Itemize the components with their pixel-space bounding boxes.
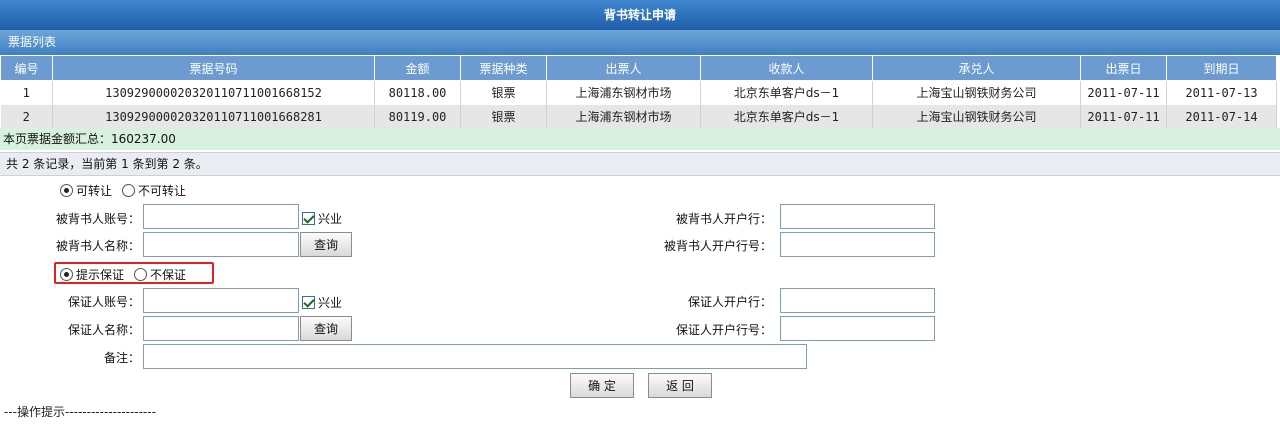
table-row[interactable]: 2 130929000020320110711001668281 80119.0… xyxy=(0,104,1277,129)
endorsee-same-bank: 兴业 xyxy=(302,210,342,227)
guarantee-label: 提示保证 xyxy=(76,268,125,282)
cell-issue-date: 2011-07-11 xyxy=(1080,104,1167,129)
amount-summary: 本页票据金额汇总：160237.00 xyxy=(0,128,1280,150)
col-header-due-date: 到期日 xyxy=(1166,55,1277,81)
endorsee-same-bank-label: 兴业 xyxy=(318,212,343,226)
col-header-payee: 收款人 xyxy=(700,55,873,81)
section-title: 票据列表 xyxy=(0,30,1280,55)
cell-acceptor: 上海宝山钢铁财务公司 xyxy=(872,104,1081,129)
cell-amount: 80118.00 xyxy=(374,80,461,105)
col-header-bill-type: 票据种类 xyxy=(460,55,547,81)
cell-amount: 80119.00 xyxy=(374,104,461,129)
operation-tips-title: ---操作提示--------------------- xyxy=(4,405,156,419)
cell-due-date: 2011-07-13 xyxy=(1166,80,1277,105)
col-header-amount: 金额 xyxy=(374,55,461,81)
cell-number: 2 xyxy=(0,104,53,129)
table-header-row: 编号 票据号码 金额 票据种类 出票人 收款人 承兑人 出票日 到期日 xyxy=(0,55,1277,81)
endorsee-name-label: 被背书人名称： xyxy=(55,239,140,253)
cell-drawer: 上海浦东钢材市场 xyxy=(546,104,701,129)
table-row[interactable]: 1 130929000020320110711001668152 80118.0… xyxy=(0,80,1277,105)
endorsee-query-button[interactable]: 查询 xyxy=(300,232,352,257)
guarantor-name-input[interactable] xyxy=(143,316,299,341)
guarantor-bank-no-input[interactable] xyxy=(780,316,935,341)
guarantor-bank-no-label: 保证人开户行号： xyxy=(675,323,772,337)
remark-input[interactable] xyxy=(143,344,807,369)
guarantor-same-bank-checkbox[interactable] xyxy=(302,296,315,309)
cell-bill-no: 130929000020320110711001668152 xyxy=(52,80,375,105)
col-header-number: 编号 xyxy=(0,55,53,81)
window-title: 背书转让申请 xyxy=(0,0,1280,30)
cell-drawer: 上海浦东钢材市场 xyxy=(546,80,701,105)
guarantor-bank-input[interactable] xyxy=(780,288,935,313)
guarantor-bank-label: 保证人开户行： xyxy=(687,295,772,309)
endorsee-bank-label: 被背书人开户行： xyxy=(675,212,772,226)
confirm-button[interactable]: 确 定 xyxy=(570,373,634,398)
cell-bill-type: 银票 xyxy=(460,104,547,129)
guarantor-query-button[interactable]: 查询 xyxy=(300,316,352,341)
endorsee-account-input[interactable] xyxy=(143,204,299,229)
endorsee-bank-input[interactable] xyxy=(780,204,935,229)
remark-label: 备注： xyxy=(103,351,140,365)
cell-bill-type: 银票 xyxy=(460,80,547,105)
col-header-drawer: 出票人 xyxy=(546,55,701,81)
endorsee-account-label: 被背书人账号： xyxy=(55,212,140,226)
transfer-option-group: 可转让 不可转让 xyxy=(60,182,196,199)
no-guarantee-label: 不保证 xyxy=(150,268,187,282)
transferable-radio[interactable] xyxy=(60,184,73,197)
cell-issue-date: 2011-07-11 xyxy=(1080,80,1167,105)
col-header-issue-date: 出票日 xyxy=(1080,55,1167,81)
guarantee-radio[interactable] xyxy=(60,268,73,281)
cell-number: 1 xyxy=(0,80,53,105)
endorsee-name-input[interactable] xyxy=(143,232,299,257)
guarantee-option-group: 提示保证 不保证 xyxy=(60,266,196,283)
endorsee-bank-no-input[interactable] xyxy=(780,232,935,257)
back-button[interactable]: 返 回 xyxy=(648,373,712,398)
cell-bill-no: 130929000020320110711001668281 xyxy=(52,104,375,129)
no-guarantee-radio[interactable] xyxy=(134,268,148,281)
col-header-bill-no: 票据号码 xyxy=(52,55,375,81)
cell-payee: 北京东单客户ds－1 xyxy=(700,80,873,105)
guarantor-account-input[interactable] xyxy=(143,288,299,313)
bills-table: 编号 票据号码 金额 票据种类 出票人 收款人 承兑人 出票日 到期日 1 13… xyxy=(0,55,1277,129)
guarantor-name-label: 保证人名称： xyxy=(67,323,140,337)
guarantor-same-bank: 兴业 xyxy=(302,294,342,311)
record-count: 共 2 条记录，当前第 1 条到第 2 条。 xyxy=(0,152,1280,176)
guarantor-account-label: 保证人账号： xyxy=(67,295,140,309)
cell-due-date: 2011-07-14 xyxy=(1166,104,1277,129)
transferable-label: 可转让 xyxy=(76,184,113,198)
endorsee-same-bank-checkbox[interactable] xyxy=(302,212,315,225)
endorsee-bank-no-label: 被背书人开户行号： xyxy=(663,239,772,253)
non-transferable-radio[interactable] xyxy=(122,184,136,197)
non-transferable-label: 不可转让 xyxy=(138,184,187,198)
cell-acceptor: 上海宝山钢铁财务公司 xyxy=(872,80,1081,105)
cell-payee: 北京东单客户ds－1 xyxy=(700,104,873,129)
guarantor-same-bank-label: 兴业 xyxy=(318,296,343,310)
col-header-acceptor: 承兑人 xyxy=(872,55,1081,81)
